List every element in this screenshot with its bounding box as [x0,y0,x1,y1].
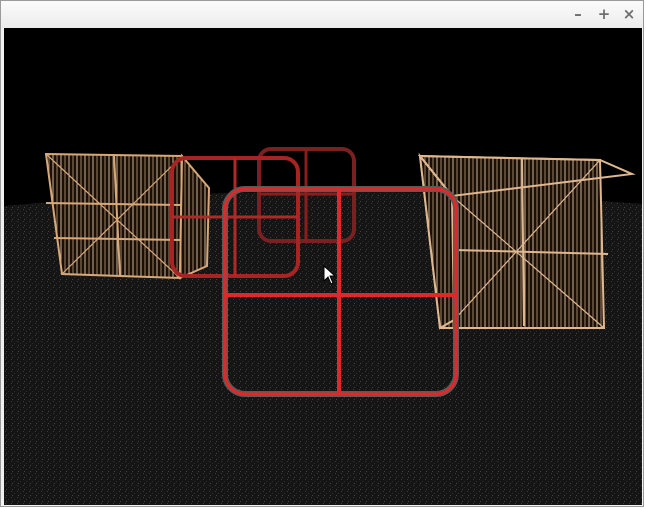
title-bar[interactable]: – + × [1,1,643,28]
render-viewport[interactable] [4,28,642,505]
crate-right [417,152,636,330]
minimize-button[interactable]: – [569,5,587,23]
maximize-button[interactable]: + [595,5,613,23]
close-button[interactable]: × [620,5,638,23]
mouse-pointer-icon [323,265,337,285]
app-window: – + × [0,0,644,507]
